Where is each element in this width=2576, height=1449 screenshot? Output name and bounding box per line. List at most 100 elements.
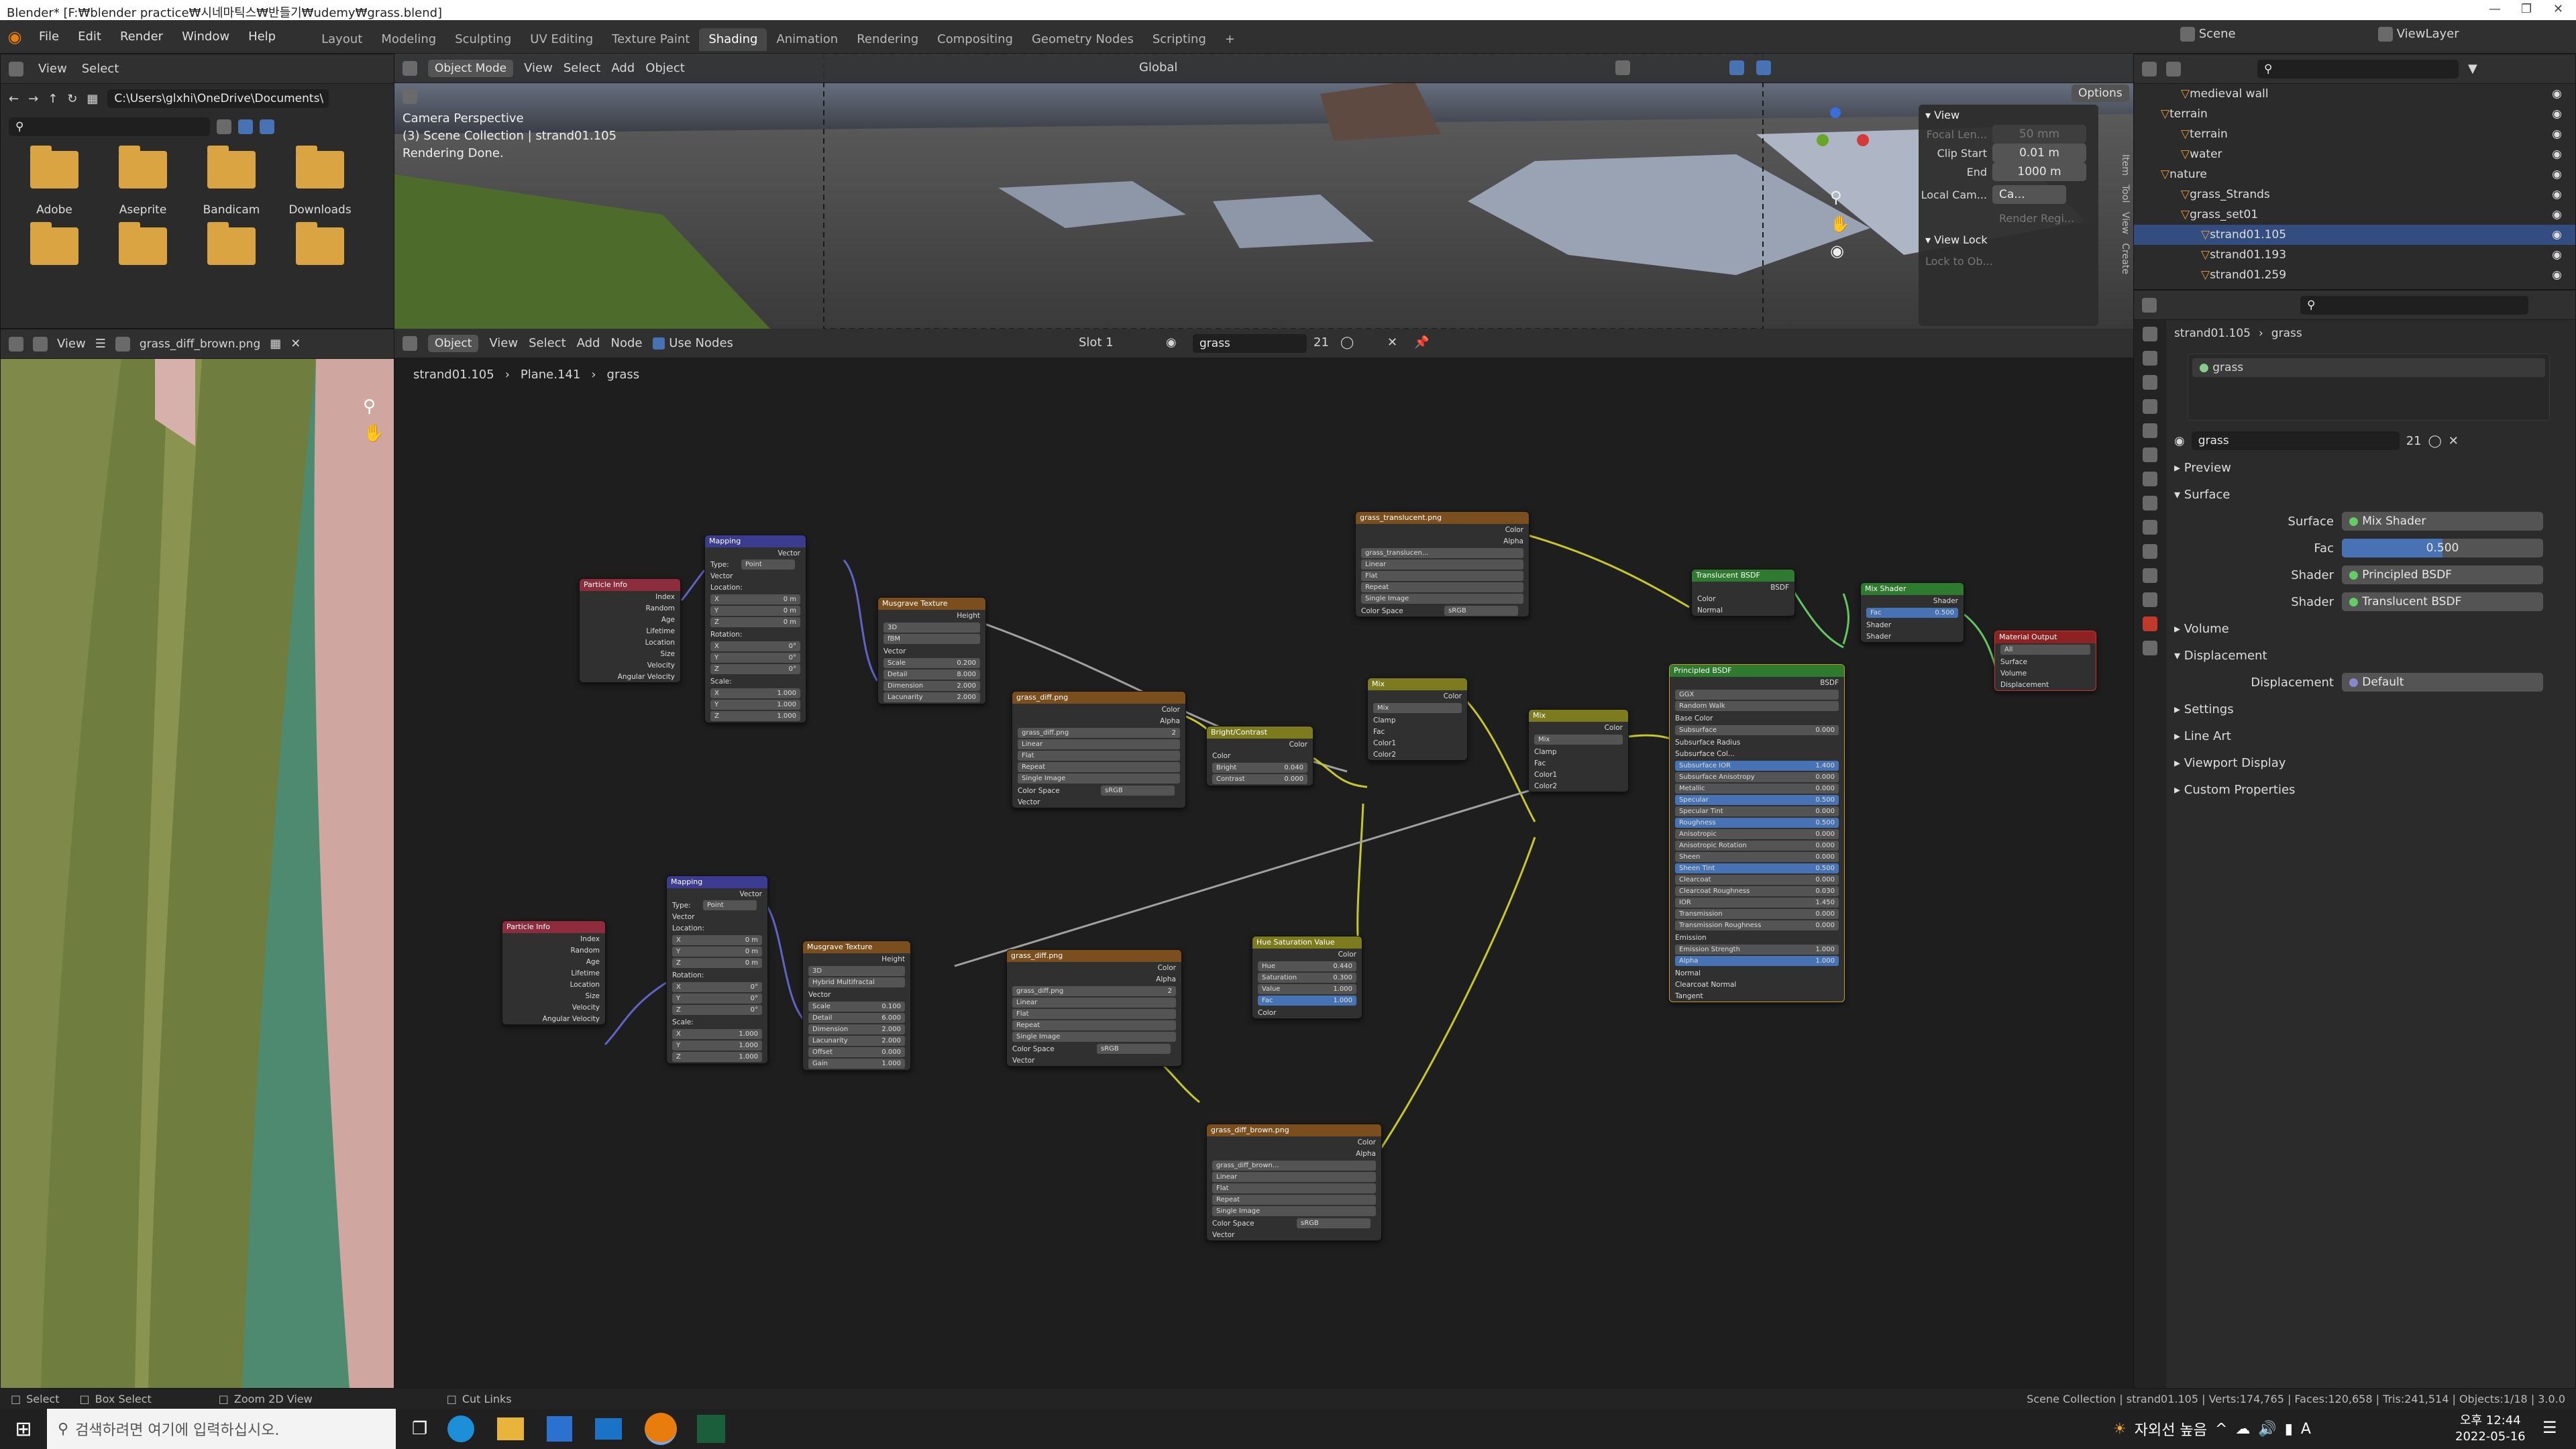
node-grass-diff-1[interactable]: grass_diff.png Color Alpha grass_diff.pn… [1012,691,1186,808]
clock[interactable]: 오후 12:44 2022-05-16 [2455,1413,2526,1445]
tab-geometry-nodes[interactable]: Geometry Nodes [1022,28,1143,51]
pinned-app-icon[interactable] [697,1415,726,1443]
principled-field[interactable]: Clearcoat Roughness 0.030 [1675,886,1839,896]
navigation-gizmo[interactable]: ⚲ ✋ ◉ [1817,107,1890,268]
filter-icon[interactable]: ▼ [2468,62,2477,76]
bright-field[interactable]: Bright 0.040 [1212,763,1307,773]
editor-type-icon[interactable] [9,61,23,76]
tool-icon[interactable] [2143,327,2157,341]
zoom-icon[interactable]: ⚲ [363,396,376,417]
principled-field[interactable]: Anisotropic 0.000 [1675,829,1839,839]
mail-icon[interactable] [595,1418,623,1440]
node-grass-diff-2[interactable]: grass_diff.png Color Alpha grass_diff.pn… [1006,949,1182,1067]
musgrave-dimension-dropdown[interactable]: 3D [808,966,905,976]
camera-view-icon[interactable]: ◉ [1830,241,1844,260]
ms-store-icon[interactable] [547,1416,573,1442]
image-selector[interactable]: grass_diff.png 2 [1018,728,1180,738]
tab-scripting[interactable]: Scripting [1143,28,1216,51]
outliner-row[interactable]: ▽ nature ◉ [2134,164,2575,184]
image-selector[interactable]: grass_diff_brown... [1212,1161,1376,1171]
musgrave-scale-field[interactable]: Scale 0.100 [808,1002,905,1012]
tab-compositing[interactable]: Compositing [928,28,1022,51]
tab-shading[interactable]: Shading [699,28,767,51]
editor-type-icon[interactable] [402,60,417,76]
blend-mode-dropdown[interactable]: Mix [1373,703,1462,713]
menu-edit[interactable]: Edit [68,20,111,54]
principled-field[interactable]: Sheen Tint 0.500 [1675,863,1839,873]
parent-dir-icon[interactable]: ↑ [48,92,58,106]
image-name-field[interactable]: grass_diff_brown.png [140,337,260,351]
gizmo-x-icon[interactable] [1857,134,1869,146]
select-box-icon[interactable] [402,89,417,104]
render-region-checkbox[interactable]: Render Regi... [1919,208,2098,228]
folder-item[interactable] [187,222,276,265]
gizmo-y-icon[interactable] [1817,134,1829,146]
principled-field[interactable]: Transmission 0.000 [1675,909,1839,919]
principled-field[interactable]: Anisotropic Rotation 0.000 [1675,841,1839,851]
menu-render[interactable]: Render [111,20,172,54]
musgrave-lacunarity-field[interactable]: Lacunarity 2.000 [808,1036,905,1046]
windows-start-icon[interactable]: ⊞ [0,1417,47,1441]
material-browse-icon[interactable]: ◉ [2174,434,2185,448]
outliner-row[interactable]: ▽ strand01.318◉ [2134,285,2575,289]
principled-field[interactable]: Specular Tint 0.000 [1675,806,1839,816]
rot-x-field[interactable]: X 0° [672,982,762,992]
unlink-image-icon[interactable]: ✕ [290,337,301,351]
projection-dropdown[interactable]: Flat [1018,751,1180,761]
loc-x-field[interactable]: X0 m [710,594,800,604]
outliner-row[interactable]: ▽ terrain ◉ [2134,124,2575,144]
visibility-eye-icon[interactable]: ◉ [2552,228,2562,241]
material-slot-list[interactable]: ● grass [2188,354,2550,421]
close-icon[interactable]: ✕ [2553,2,2563,16]
musgrave-dimension-dropdown[interactable]: 3D [883,623,980,633]
loc-z-field[interactable]: Z0 m [672,958,762,968]
scale-z-field[interactable]: Z 1.000 [710,711,800,721]
node-musgrave-2[interactable]: Musgrave Texture Height 3D Hybrid Multif… [802,941,911,1071]
editor-type-icon[interactable] [2142,297,2157,313]
mode-dropdown[interactable]: Object Mode [428,59,514,77]
visibility-eye-icon[interactable]: ◉ [2552,148,2562,161]
maximize-icon[interactable]: ❐ [2521,2,2532,16]
visibility-eye-icon[interactable]: ◉ [2552,188,2562,201]
add-workspace-button[interactable]: + [1216,28,1244,51]
subsurface-method-dropdown[interactable]: Random Walk [1675,701,1839,711]
principled-field[interactable]: Transmission Roughness 0.000 [1675,920,1839,930]
node-grass-diff-brown[interactable]: grass_diff_brown.png Color Alpha grass_d… [1206,1124,1382,1241]
visibility-eye-icon[interactable]: ◉ [2552,268,2562,282]
fb-menu-view[interactable]: View [38,62,67,76]
musgrave-gain-field[interactable]: Gain 1.000 [808,1059,905,1069]
scene-icon[interactable] [2143,423,2157,438]
mix-shader-fac-field[interactable]: Fac 0.500 [1866,608,1958,618]
section-line-art[interactable]: ▸ Line Art [2174,722,2570,749]
node-material-output[interactable]: Material Output All Surface Volume Displ… [1994,631,2096,691]
node-mix-shader[interactable]: Mix Shader Shader Fac 0.500 Shader Shader [1860,582,1964,643]
ie-menu-view[interactable]: View [57,337,86,351]
particles-icon[interactable] [2143,520,2157,535]
projection-dropdown[interactable]: Flat [1012,1009,1176,1019]
distribution-dropdown[interactable]: GGX [1675,690,1839,700]
section-custom-properties[interactable]: ▸ Custom Properties [2174,776,2570,803]
task-view-icon[interactable]: ❐ [412,1419,427,1439]
unlink-icon[interactable]: ✕ [2449,434,2459,448]
ime-indicator[interactable]: A [2301,1421,2311,1438]
weather-text[interactable]: 자외선 높음 [2135,1418,2207,1440]
hue-field[interactable]: Hue 0.440 [1258,961,1356,971]
scale-y-field[interactable]: Y 1.000 [672,1040,762,1051]
node-translucent-bsdf[interactable]: Translucent BSDF BSDF Color Normal [1691,569,1795,616]
path-field[interactable]: C:\Users\glxhi\OneDrive\Documents\ [107,89,329,108]
source-dropdown[interactable]: Single Image [1212,1206,1376,1216]
display-mode-icon[interactable] [2166,61,2181,76]
scale-x-field[interactable]: X 1.000 [672,1029,762,1039]
physics-icon[interactable] [2143,544,2157,559]
shader1-field[interactable]: ● Principled BSDF [2342,566,2543,584]
taskbar-search-input[interactable]: ⚲ 검색하려면 여기에 입력하십시오. [47,1409,396,1449]
tab-sculpting[interactable]: Sculpting [445,28,521,51]
outliner-row[interactable]: ▽ medieval wall ◉ [2134,84,2575,104]
rot-y-field[interactable]: Y 0° [710,653,800,663]
folder-item[interactable]: Bandicam [187,146,276,217]
hamburger-menu-icon[interactable]: ☰ [95,337,106,351]
vp-menu-object[interactable]: Object [645,61,685,75]
outliner-row[interactable]: ▽ grass_set01 ◉ [2134,205,2575,225]
pan-hand-icon[interactable]: ✋ [363,423,384,443]
outliner-row[interactable]: ▽ water ◉ [2134,144,2575,164]
